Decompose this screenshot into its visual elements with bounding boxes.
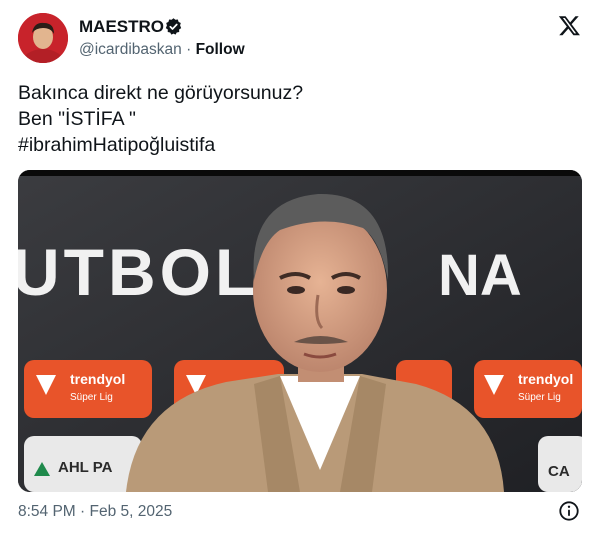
sponsor-board: trendyol Süper Lig [474, 360, 582, 418]
tweet-time: 8:54 PM [18, 503, 76, 520]
handle[interactable]: @icardibaskan [79, 41, 182, 58]
svg-text:trendyol: trendyol [70, 371, 125, 387]
sponsor-board: CA [538, 436, 582, 492]
svg-text:CA: CA [548, 463, 570, 480]
avatar[interactable] [18, 13, 68, 63]
handle-row: @icardibaskan · Follow [79, 41, 245, 59]
x-logo-icon[interactable] [558, 14, 581, 37]
sponsor-board: AHL PA [24, 436, 142, 492]
display-name[interactable]: MAESTRO [79, 17, 164, 37]
tweet-line: Ben "İSTİFA " [18, 108, 136, 130]
press-conference-photo: UTBOL NA trendyol Süper Lig trendyol Süp… [18, 170, 582, 492]
handle-separator: · [186, 41, 192, 58]
tweet-text: Bakınca direkt ne görüyorsunuz? Ben "İST… [18, 80, 303, 158]
tweet-photo[interactable]: UTBOL NA trendyol Süper Lig trendyol Süp… [18, 170, 582, 492]
verified-badge-icon [165, 18, 182, 35]
tweet-timestamp[interactable]: 8:54 PM · Feb 5, 2025 [18, 503, 172, 521]
svg-text:Süper Lig: Süper Lig [518, 392, 561, 403]
backdrop-text: UTBOL [18, 235, 259, 309]
svg-text:Süper Lig: Süper Lig [70, 392, 113, 403]
follow-button[interactable]: Follow [196, 41, 245, 58]
sponsor-board: trendyol Süper Lig [24, 360, 152, 418]
tweet-date: Feb 5, 2025 [89, 503, 173, 520]
hashtag-link[interactable]: #ibrahimHatipoğluistifa [18, 132, 303, 158]
timestamp-separator: · [80, 503, 86, 520]
tweet-line: Bakınca direkt ne görüyorsunuz? [18, 82, 304, 104]
info-icon[interactable] [558, 500, 580, 522]
svg-text:trendyol: trendyol [518, 371, 573, 387]
svg-text:AHL PA: AHL PA [58, 459, 113, 476]
backdrop-text: NA [438, 243, 522, 308]
